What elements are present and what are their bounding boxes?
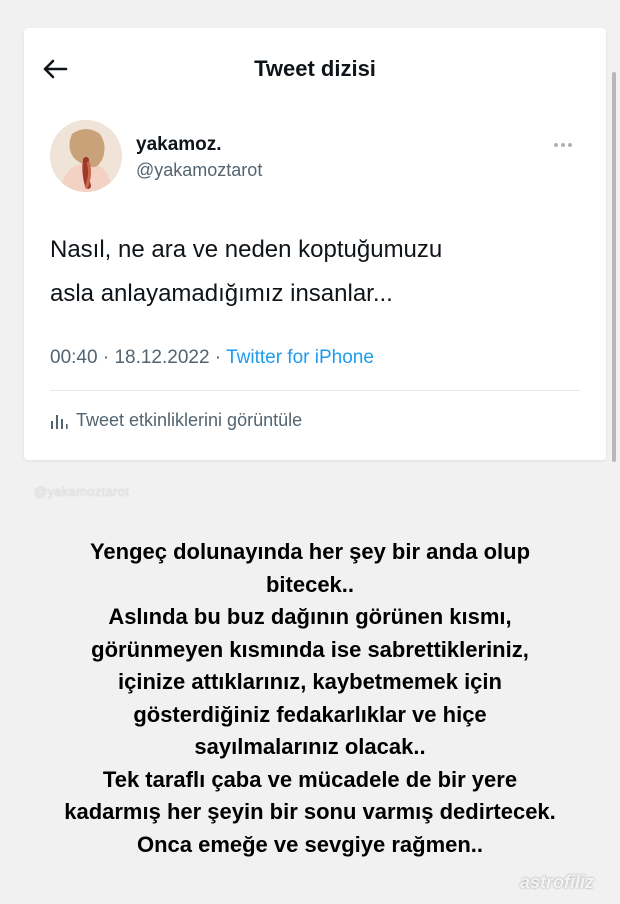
watermark-signature: astrofiliz	[519, 872, 594, 892]
tweet-time[interactable]: 00:40	[50, 347, 98, 368]
page-title: Tweet dizisi	[254, 56, 376, 81]
divider	[50, 390, 580, 391]
tweet-card: Tweet dizisi yakamoz. @yakamoztarot Nası…	[24, 28, 606, 460]
watermark-handle: @yakamoztarot	[34, 484, 130, 499]
tweet-text-line: Nasıl, ne ara ve neden koptuğumuzu	[50, 236, 443, 263]
tweet-analytics-link[interactable]: Tweet etkinliklerini görüntüle	[50, 410, 302, 431]
caption-line: sayılmalarınız olacak..	[194, 734, 426, 759]
tweet-text: Nasıl, ne ara ve neden koptuğumuzu asla …	[50, 228, 580, 316]
caption-line: Aslında bu buz dağının görünen kısmı,	[108, 604, 512, 629]
caption-line: kadarmış her şeyin bir sonu varmış dedir…	[64, 799, 556, 824]
scrollbar[interactable]	[612, 72, 616, 462]
caption-line: Onca emeğe ve sevgiye rağmen..	[136, 831, 484, 857]
more-icon	[554, 143, 558, 147]
story-caption: Yengeç dolunayında her şey bir anda olup…	[0, 536, 620, 861]
meta-separator: ·	[97, 347, 115, 368]
display-name[interactable]: yakamoz.	[136, 134, 222, 156]
caption-line: görünmeyen kısmında ise sabrettikleriniz…	[91, 636, 529, 662]
caption-line: bitecek..	[265, 571, 355, 597]
analytics-label: Tweet etkinliklerini görüntüle	[76, 410, 303, 430]
meta-separator: ·	[209, 347, 227, 368]
caption-line: içinize attıklarınız, kaybetmemek için	[118, 669, 502, 694]
caption-line: gösterdiğiniz fedakarlıklar ve hiçe	[133, 701, 487, 727]
caption-line: Tek taraflı çaba ve mücadele de bir yere	[102, 766, 518, 792]
analytics-icon	[51, 414, 68, 429]
thread-header: Tweet dizisi	[24, 28, 606, 106]
tweet-date[interactable]: 18.12.2022	[114, 347, 209, 368]
avatar-image	[50, 120, 122, 192]
user-handle[interactable]: @yakamoztarot	[136, 160, 262, 181]
more-options-button[interactable]	[554, 134, 578, 147]
caption-line: Yengeç dolunayında her şey bir anda olup	[89, 539, 531, 564]
tweet-text-line: asla anlayamadığımız insanlar...	[50, 280, 393, 307]
tweet-meta: 00:40 · 18.12.2022 · Twitter for iPhone	[50, 347, 374, 369]
avatar[interactable]	[50, 120, 122, 192]
tweet-source-link[interactable]: Twitter for iPhone	[226, 347, 374, 368]
